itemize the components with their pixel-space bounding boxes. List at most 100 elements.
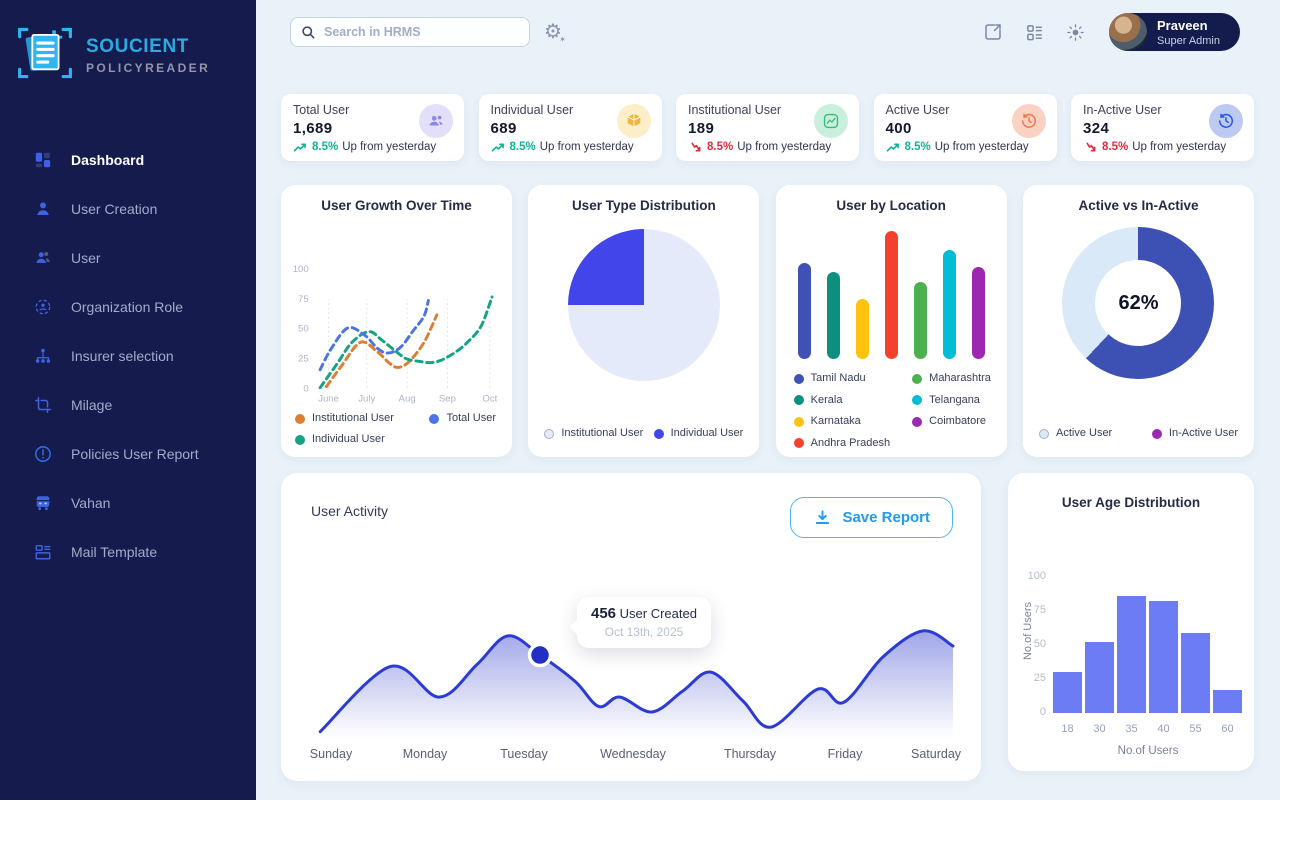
card-title: Active vs In-Active: [1023, 198, 1254, 213]
sidebar-item-policies-user-report[interactable]: Policies User Report: [0, 429, 256, 478]
x-tick-label: Thursday: [724, 747, 777, 761]
x-tick-label: Wednesday: [600, 747, 667, 761]
histogram-bar[interactable]: [1180, 633, 1211, 713]
x-tick-label: Tuesday: [500, 747, 548, 761]
user-type-pie-chart[interactable]: [568, 229, 720, 381]
settings-gear-icon[interactable]: ⚙✶: [544, 22, 562, 42]
legend-dot: [794, 438, 804, 448]
sidebar-item-dashboard[interactable]: Dashboard: [0, 135, 256, 184]
legend-dot: [1039, 429, 1049, 439]
bar-kerala[interactable]: [827, 272, 840, 359]
legend-label: Andhra Pradesh: [811, 436, 891, 451]
histogram-bar[interactable]: [1052, 672, 1083, 713]
cube-icon: [617, 104, 651, 138]
legend-item-telangana[interactable]: Telangana: [912, 393, 991, 408]
main-content: ⚙✶ Praveen Super Admin Total User1,6898.…: [256, 0, 1280, 800]
bottom-row: User Activity Save Report SundayMondayTu…: [281, 473, 1254, 781]
legend-item-andhra-pradesh[interactable]: Andhra Pradesh: [794, 436, 891, 451]
legend-item-individual-user[interactable]: Individual User: [295, 432, 394, 447]
brand-name: SOUCIENT: [86, 36, 210, 58]
sidebar-item-insurer-selection[interactable]: Insurer selection: [0, 331, 256, 380]
sidebar-item-organization-role[interactable]: Organization Role: [0, 282, 256, 331]
sidebar-item-user-creation[interactable]: User Creation: [0, 184, 256, 233]
histogram-bar[interactable]: [1116, 596, 1147, 713]
bar-coimbatore[interactable]: [972, 267, 985, 359]
x-tick-label: 30: [1084, 723, 1115, 735]
active-ratio-legend: Active User In-Active User: [1023, 426, 1254, 441]
insurer-selection-icon: [32, 347, 54, 365]
legend-item-total-user[interactable]: Total User: [429, 411, 496, 426]
histogram-bar[interactable]: [1212, 690, 1243, 713]
x-tick-label: June: [318, 393, 339, 404]
trend-note: Up from yesterday: [935, 141, 1029, 153]
bar-karnataka[interactable]: [856, 299, 869, 359]
bar-maharashtra[interactable]: [914, 282, 927, 359]
sidebar-item-mail-template[interactable]: Mail Template: [0, 527, 256, 576]
x-tick-label: Oct: [482, 393, 497, 404]
legend-dot: [794, 395, 804, 405]
stat-trend: 8.5%Up from yesterday: [688, 141, 847, 153]
sidebar-item-label: User: [71, 250, 101, 266]
active-ratio-donut-chart[interactable]: 62%: [1062, 227, 1214, 379]
user-growth-chart[interactable]: JuneJulyAugSepOct1007550250: [281, 215, 512, 407]
user-profile[interactable]: Praveen Super Admin: [1109, 13, 1240, 51]
sidebar-item-label: Milage: [71, 397, 112, 413]
legend-dot: [654, 429, 664, 439]
legend-item-tamil-nadu[interactable]: Tamil Nadu: [794, 371, 891, 386]
card-title: User by Location: [776, 198, 1007, 213]
sidebar-item-label: Vahan: [71, 495, 110, 511]
active-ratio-card: Active vs In-Active 62% Active User In-Ac…: [1023, 185, 1254, 457]
chart-line-icon: [814, 104, 848, 138]
tooltip-label: User Created: [620, 606, 697, 621]
search-input[interactable]: [324, 25, 519, 39]
legend-item-individual-user[interactable]: Individual User: [654, 426, 744, 441]
card-title: User Type Distribution: [528, 198, 759, 213]
user-name: Praveen: [1157, 18, 1220, 33]
x-tick-label: 35: [1116, 723, 1147, 735]
x-tick-label: 60: [1212, 723, 1243, 735]
user-role: Super Admin: [1157, 35, 1220, 47]
sidebar-item-vahan[interactable]: Vahan: [0, 478, 256, 527]
legend-item-in-active-user[interactable]: In-Active User: [1152, 426, 1238, 441]
avatar: [1109, 13, 1147, 51]
legend-item-maharashtra[interactable]: Maharashtra: [912, 371, 991, 386]
legend-dot: [794, 374, 804, 384]
bar-andhra-pradesh[interactable]: [885, 231, 898, 359]
policies-user-report-icon: [32, 445, 54, 463]
trend-down-icon: [1083, 142, 1098, 153]
donut-center-value: 62%: [1118, 292, 1158, 315]
legend-label: Total User: [446, 411, 496, 426]
search-box[interactable]: [290, 17, 530, 47]
y-tick-label: 0: [1014, 706, 1046, 718]
x-tick-label: Saturday: [911, 747, 962, 761]
expand-icon[interactable]: [983, 22, 1003, 42]
legend-item-active-user[interactable]: Active User: [1039, 426, 1112, 441]
grid-icon[interactable]: [1025, 23, 1044, 42]
activity-marker-dot[interactable]: [530, 645, 551, 666]
legend-dot: [1152, 429, 1162, 439]
trend-note: Up from yesterday: [737, 141, 831, 153]
user-location-card: User by Location Tamil Nadu Kerala Karnata…: [776, 185, 1007, 457]
trend-percent: 8.5%: [312, 141, 338, 153]
vahan-icon: [32, 494, 54, 512]
legend-item-institutional-user[interactable]: Institutional User: [544, 426, 643, 441]
x-tick-label: Sunday: [310, 747, 353, 761]
user-age-histogram[interactable]: 1007550250183035405560No.of UsersNo.of U…: [1008, 473, 1254, 771]
legend-dot: [912, 417, 922, 427]
legend-item-coimbatore[interactable]: Coimbatore: [912, 414, 991, 429]
brightness-icon[interactable]: [1066, 23, 1085, 42]
legend-item-kerala[interactable]: Kerala: [794, 393, 891, 408]
user-type-card: User Type Distribution Institutional Use…: [528, 185, 759, 457]
histogram-bar[interactable]: [1148, 601, 1179, 713]
sidebar-item-user[interactable]: User: [0, 233, 256, 282]
bar-tamil-nadu[interactable]: [798, 263, 811, 359]
legend-item-institutional-user[interactable]: Institutional User: [295, 411, 394, 426]
sidebar-item-milage[interactable]: Milage: [0, 380, 256, 429]
stat-card-institutional-user: Institutional User1898.5%Up from yesterd…: [676, 94, 859, 161]
stat-card-in-active-user: In-Active User3248.5%Up from yesterday: [1071, 94, 1254, 161]
histogram-bar[interactable]: [1084, 642, 1115, 713]
user-location-bar-chart[interactable]: [776, 231, 1007, 359]
trend-percent: 8.5%: [905, 141, 931, 153]
bar-telangana[interactable]: [943, 250, 956, 359]
legend-item-karnataka[interactable]: Karnataka: [794, 414, 891, 429]
